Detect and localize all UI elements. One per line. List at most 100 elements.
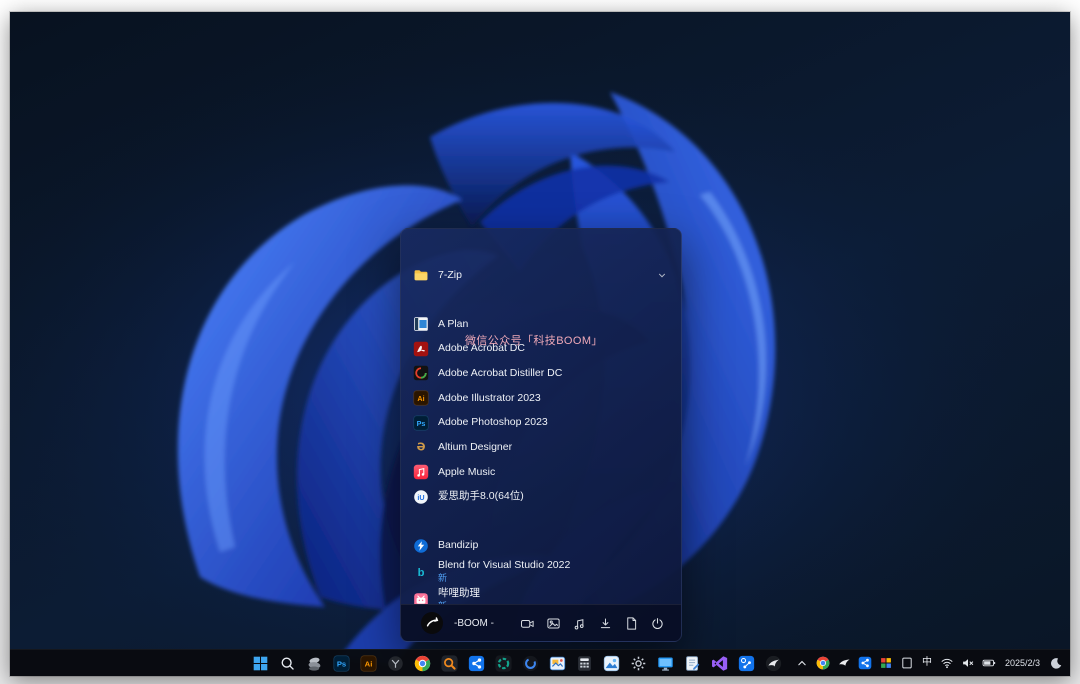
pinned-media-viewer[interactable] <box>548 654 566 672</box>
app-label: 哔哩助理 <box>438 586 480 599</box>
app-item[interactable]: A Plan <box>409 312 673 337</box>
stone-icon <box>306 655 323 672</box>
user-name[interactable]: -BOOM - <box>454 618 494 629</box>
app-item[interactable]: Ps Adobe Photoshop 2023 <box>409 410 673 435</box>
app-item[interactable]: Adobe Acrobat DC <box>409 336 673 361</box>
tray-chrome[interactable] <box>815 655 831 671</box>
viewer-icon <box>549 655 566 672</box>
power-button[interactable] <box>650 616 665 631</box>
tray-wifi[interactable] <box>939 655 955 671</box>
square-outline-icon <box>900 656 914 670</box>
app-item[interactable]: Adobe Acrobat Distiller DC <box>409 361 673 386</box>
app-label: Bandizip <box>438 539 479 552</box>
svg-text:Ps: Ps <box>336 659 345 668</box>
pinned-chrome[interactable] <box>413 654 431 672</box>
svg-text:Ai: Ai <box>364 659 372 668</box>
svg-text:Ə: Ə <box>417 442 426 454</box>
share-blue-icon <box>468 655 485 672</box>
app-label: Altium Designer <box>438 440 513 453</box>
videos-folder-button[interactable] <box>520 616 535 631</box>
eagle-icon <box>765 655 782 672</box>
pinned-app-teal-ring[interactable] <box>494 654 512 672</box>
app-label: Apple Music <box>438 465 496 478</box>
documents-folder-button[interactable] <box>624 616 639 631</box>
pinned-photoshop[interactable]: Ps <box>332 654 350 672</box>
apple-music-icon <box>413 464 429 480</box>
tray-eagle-app[interactable] <box>836 655 852 671</box>
monitor-icon <box>657 655 674 672</box>
app-item[interactable]: b Blend for Visual Studio 2022 新 <box>409 558 673 586</box>
ps-icon: Ps <box>333 655 350 672</box>
win-icon <box>252 655 269 672</box>
search-icon <box>279 655 296 672</box>
tray-ime-indicator[interactable]: 中 <box>920 650 934 676</box>
tray-date[interactable]: 2025/2/3 <box>1002 650 1043 676</box>
acrobat-icon <box>413 341 429 357</box>
app-item[interactable]: Ə Altium Designer <box>409 435 673 460</box>
ai-icon: Ai <box>413 390 429 406</box>
tray-window-app[interactable] <box>899 655 915 671</box>
pinned-display[interactable] <box>656 654 674 672</box>
f-image-icon <box>546 616 561 631</box>
pinned-calculator[interactable] <box>575 654 593 672</box>
app-label: A Plan <box>438 317 469 330</box>
blend-icon: b <box>413 564 429 580</box>
ai-icon: Ai <box>360 655 377 672</box>
search-button[interactable] <box>278 654 296 672</box>
pinned-notepad[interactable] <box>683 654 701 672</box>
app-item[interactable]: iU 爱思助手8.0(64位) <box>409 485 673 510</box>
app-label: Adobe Acrobat Distiller DC <box>438 366 563 379</box>
user-avatar[interactable] <box>421 612 443 634</box>
share-blue-icon <box>858 656 872 670</box>
pictures-folder-button[interactable] <box>546 616 561 631</box>
tray-volume-muted[interactable] <box>960 655 976 671</box>
pinned-settings[interactable] <box>629 654 647 672</box>
music-folder-button[interactable] <box>572 616 587 631</box>
tray-share-app[interactable] <box>857 655 873 671</box>
pinned-illustrator[interactable]: Ai <box>359 654 377 672</box>
start-menu-footer: -BOOM - <box>401 604 681 641</box>
pinned-device-share[interactable] <box>737 654 755 672</box>
app-item[interactable]: Bandizip <box>409 533 673 558</box>
chevron-down-icon[interactable] <box>655 268 669 282</box>
tray-notification-moon[interactable] <box>1048 655 1064 671</box>
svg-text:iU: iU <box>417 493 424 502</box>
svg-text:b: b <box>418 567 425 579</box>
photos-icon <box>603 655 620 672</box>
chrome-icon <box>414 655 431 672</box>
app-item[interactable]: 7-Zip <box>409 263 673 288</box>
grid-color-icon <box>879 656 893 670</box>
app-item[interactable]: Ai Adobe Illustrator 2023 <box>409 386 673 411</box>
pinned-app-stones[interactable] <box>305 654 323 672</box>
app-item[interactable]: Apple Music <box>409 460 673 485</box>
altium-icon: Ə <box>413 439 429 455</box>
desktop: 微信公众号「科技BOOM」 7-Zip A Plan Adobe Acrobat D… <box>10 12 1070 676</box>
start-button[interactable] <box>251 654 269 672</box>
aisi-icon: iU <box>413 489 429 505</box>
distiller-icon <box>413 365 429 381</box>
taskbar: Ps Ai 中 2025/2/3 <box>10 649 1070 676</box>
app-item[interactable]: 哔哩助理新 <box>409 586 673 604</box>
tray-colorful-app[interactable] <box>878 655 894 671</box>
pinned-browser[interactable] <box>521 654 539 672</box>
f-power-icon <box>650 616 665 631</box>
f-doc-icon <box>624 616 639 631</box>
svg-text:Ai: Ai <box>417 394 424 403</box>
pinned-visual-studio[interactable] <box>710 654 728 672</box>
downloads-folder-button[interactable] <box>598 616 613 631</box>
moon-icon <box>1049 656 1063 670</box>
bili-icon <box>413 592 429 604</box>
gear-share-icon <box>738 655 755 672</box>
pinned-share-app[interactable] <box>467 654 485 672</box>
start-menu: 微信公众号「科技BOOM」 7-Zip A Plan Adobe Acrobat D… <box>400 228 682 642</box>
tray-hidden-icons-button[interactable] <box>794 655 810 671</box>
pinned-app-sphere[interactable] <box>386 654 404 672</box>
pinned-photos[interactable] <box>602 654 620 672</box>
tray-battery[interactable] <box>981 655 997 671</box>
bird-icon <box>837 656 851 670</box>
ps-icon: Ps <box>413 415 429 431</box>
chevron-up-icon <box>795 656 809 670</box>
pinned-eagle-app[interactable] <box>764 654 782 672</box>
app-label: Blend for Visual Studio 2022 <box>438 558 571 571</box>
pinned-search-tool[interactable] <box>440 654 458 672</box>
